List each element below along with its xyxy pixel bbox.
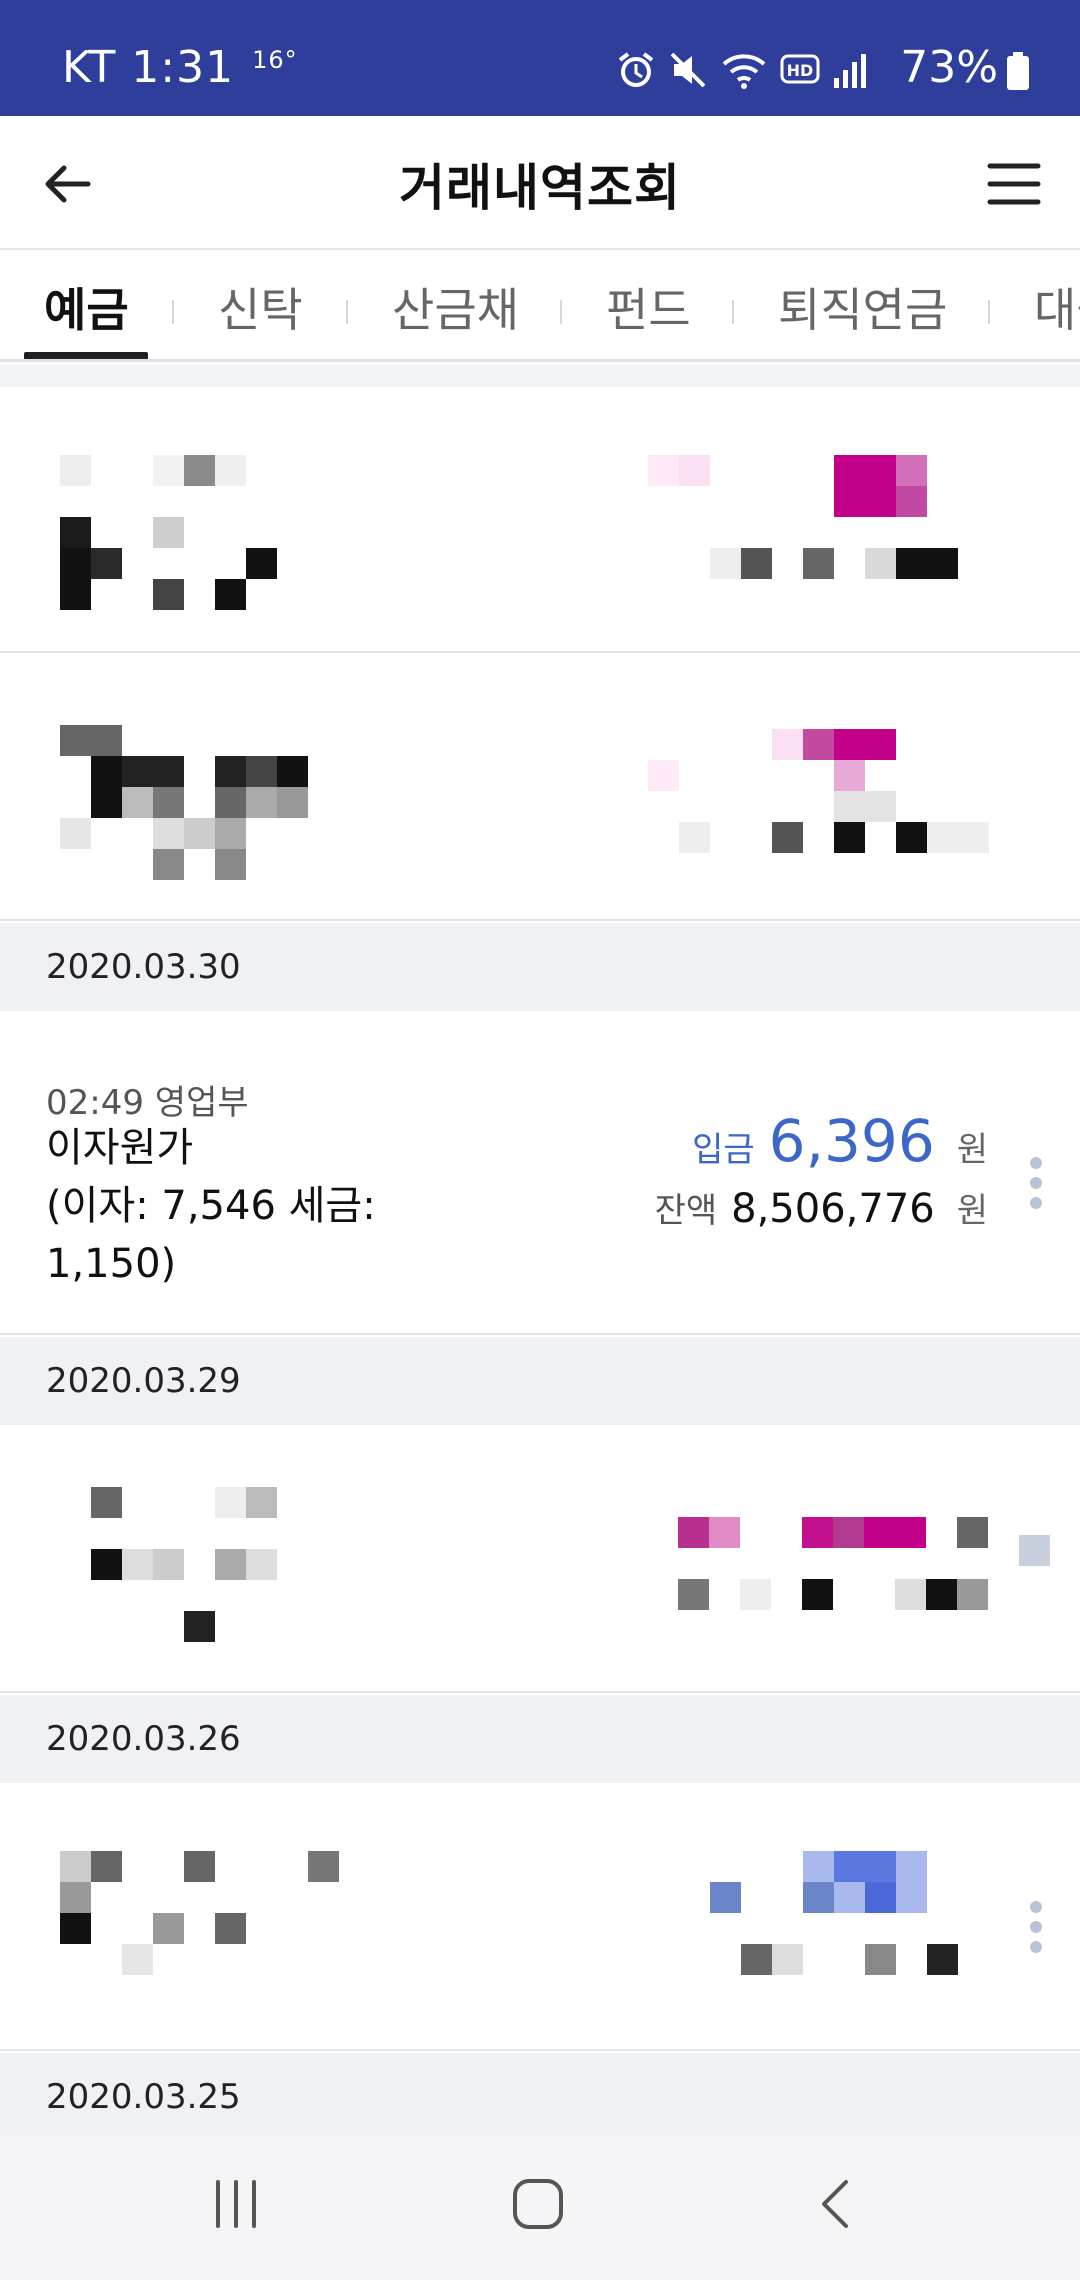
list-top-gap bbox=[0, 365, 1080, 387]
amount-unit: 원 bbox=[956, 1130, 988, 1170]
hamburger-menu-icon[interactable] bbox=[986, 156, 1042, 212]
transaction-time-branch: 02:49 영업부 bbox=[46, 1083, 249, 1123]
tab-separator bbox=[732, 300, 734, 324]
redacted-amount bbox=[648, 729, 989, 869]
tab-fund[interactable]: 펀드 bbox=[606, 274, 691, 340]
tab-loan[interactable]: 대출 bbox=[1034, 274, 1080, 340]
redacted-text bbox=[60, 1487, 300, 1647]
home-icon[interactable] bbox=[510, 2176, 566, 2232]
redacted-amount bbox=[678, 1517, 1058, 1637]
tab-industrial-bond[interactable]: 산금채 bbox=[392, 274, 519, 340]
tab-separator bbox=[346, 300, 348, 324]
page-title: 거래내역조회 bbox=[399, 159, 681, 217]
date-header: 2020.03.25 bbox=[0, 2053, 1080, 2141]
date-header: 2020.03.29 bbox=[0, 1337, 1080, 1425]
recent-apps-icon[interactable] bbox=[212, 2176, 260, 2232]
wifi-icon bbox=[722, 54, 766, 89]
tab-deposit[interactable]: 예금 bbox=[44, 274, 129, 340]
hd-voice-icon: HD bbox=[780, 54, 820, 84]
balance-line: 잔액 8,506,776 원 bbox=[655, 1183, 988, 1232]
product-tabs: 예금 신탁 산금채 펀드 퇴직연금 대출 bbox=[0, 252, 1080, 362]
back-nav-icon[interactable] bbox=[816, 2176, 856, 2232]
deposit-amount: 6,396 bbox=[768, 1107, 935, 1175]
redacted-text bbox=[60, 455, 290, 615]
tab-pension[interactable]: 퇴직연금 bbox=[778, 274, 947, 340]
carrier-time: KT 1:31 bbox=[62, 42, 235, 93]
tab-trust[interactable]: 신탁 bbox=[218, 274, 303, 340]
transaction-card-redacted[interactable] bbox=[0, 1425, 1080, 1693]
more-options-icon[interactable] bbox=[1030, 1157, 1042, 1209]
transaction-card-redacted[interactable] bbox=[0, 1783, 1080, 2051]
redacted-amount bbox=[648, 455, 968, 595]
signal-icon bbox=[834, 54, 866, 88]
tab-separator bbox=[560, 300, 562, 324]
system-navigation-bar bbox=[0, 2136, 1080, 2280]
alarm-icon bbox=[618, 52, 654, 87]
redacted-text bbox=[60, 1851, 350, 1991]
battery-percent: 73% bbox=[900, 42, 998, 93]
transaction-card-redacted[interactable] bbox=[0, 655, 1080, 921]
date-header: 2020.03.30 bbox=[0, 923, 1080, 1011]
deposit-amount-line: 입금 6,396 원 bbox=[692, 1107, 988, 1175]
svg-text:HD: HD bbox=[787, 61, 814, 80]
transaction-card[interactable]: 02:49 영업부 이자원가 (이자: 7,546 세금: 1,150) 입금 … bbox=[0, 1011, 1080, 1335]
transaction-description: 이자원가 (이자: 7,546 세금: 1,150) bbox=[46, 1125, 376, 1287]
tab-separator bbox=[988, 300, 990, 324]
deposit-label: 입금 bbox=[692, 1130, 755, 1170]
tab-separator bbox=[172, 300, 174, 324]
balance-amount: 8,506,776 bbox=[731, 1186, 935, 1232]
balance-unit: 원 bbox=[956, 1191, 988, 1231]
active-tab-indicator bbox=[24, 352, 148, 359]
battery-icon bbox=[1007, 52, 1029, 90]
transaction-card-redacted[interactable] bbox=[0, 387, 1080, 653]
date-header: 2020.03.26 bbox=[0, 1695, 1080, 1783]
redacted-amount bbox=[710, 1851, 980, 1975]
app-header: 거래내역조회 bbox=[0, 116, 1080, 250]
temperature: 16° bbox=[252, 46, 298, 74]
more-options-icon[interactable] bbox=[1030, 1901, 1042, 1953]
balance-label: 잔액 bbox=[654, 1191, 718, 1231]
status-bar: KT 1:31 16° HD 73% bbox=[0, 0, 1080, 116]
mute-vibrate-icon bbox=[670, 52, 706, 88]
redacted-text bbox=[60, 725, 310, 905]
